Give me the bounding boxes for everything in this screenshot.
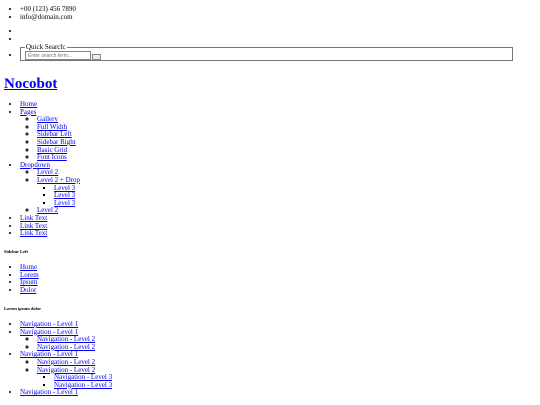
sidebar-menu: Home Lorem Ipsum Dolor (20, 263, 39, 295)
submenu-item: Level 2 + Drop Level 3 Level 3 Level 3 (37, 176, 80, 208)
dropdown-submenu: Level 2 Level 2 + Drop Level 3 Level 3 L… (37, 169, 80, 215)
sidebar-item-dolor: Dolor (20, 286, 39, 295)
search-list: Quick Search: (20, 44, 513, 61)
main-nav: Home Pages Gallery Full Width Sidebar Le… (20, 100, 80, 238)
subnav-item: Navigation - Level 2 Navigation - Level … (37, 366, 112, 390)
nav-item-pages: Pages Gallery Full Width Sidebar Left Si… (20, 108, 80, 162)
subnav-level-2: Navigation - Level 2 Navigation - Level … (37, 358, 112, 390)
subnav-heading: Lorem ipsum dolor (4, 306, 42, 311)
search-list-item: Quick Search: (20, 44, 513, 61)
search-button[interactable] (92, 54, 101, 60)
subnav-level-2: Navigation - Level 2 Navigation - Level … (37, 335, 112, 351)
search-input[interactable] (25, 51, 91, 60)
subnav-menu: Navigation - Level 1 Navigation - Level … (20, 320, 112, 397)
subnav-item: Navigation - Level 1 Navigation - Level … (20, 351, 112, 389)
site-title-link[interactable]: Nocobot (4, 76, 57, 92)
quick-search-legend: Quick Search: (26, 43, 66, 51)
site-title: Nocobot (4, 76, 57, 92)
subnav-level-3: Navigation - Level 3 Navigation - Level … (54, 373, 112, 389)
subnav-item: Navigation - Level 1 Navigation - Level … (20, 328, 112, 352)
subnav-item: Navigation - Level 1 (20, 389, 112, 397)
email-address: info@domain.com (20, 13, 76, 22)
quick-search-form: Quick Search: (20, 44, 513, 61)
nav-item-link: Link Text (20, 229, 80, 238)
nav-item-dropdown: Dropdown Level 2 Level 2 + Drop Level 3 … (20, 161, 80, 215)
subnav-link-level-1[interactable]: Navigation - Level 1 (20, 388, 78, 397)
sidebar-link[interactable]: Dolor (20, 286, 36, 294)
sidebar-heading: Sidebar Left (4, 249, 29, 254)
pages-submenu: Gallery Full Width Sidebar Left Sidebar … (37, 115, 80, 162)
contact-list: +00 (123) 456 7890 info@domain.com (20, 5, 76, 22)
level-3-submenu: Level 3 Level 3 Level 3 (54, 184, 80, 208)
nav-link-text[interactable]: Link Text (20, 229, 47, 237)
